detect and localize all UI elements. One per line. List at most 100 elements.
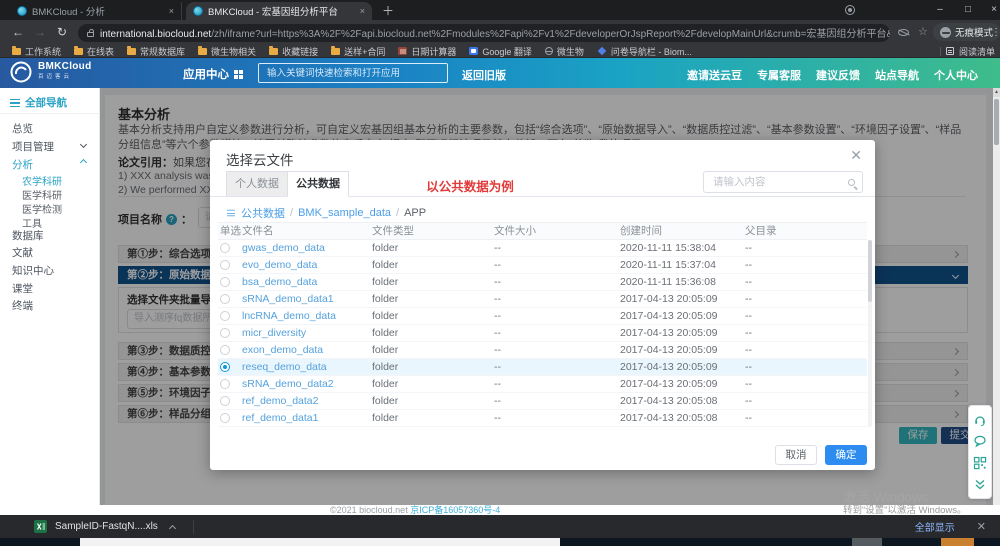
bookmark-item[interactable]: Google 翻译	[469, 45, 532, 58]
header-nav-item[interactable]: 建议反馈	[816, 67, 860, 83]
row-radio[interactable]	[220, 260, 230, 270]
download-bar-close-icon[interactable]: ✕	[977, 520, 986, 533]
bookmark-item[interactable]: 在线表	[74, 45, 114, 58]
page-scrollbar[interactable]: ▲ ▼	[993, 88, 1000, 515]
sidebar-item[interactable]: 知识中心	[12, 263, 96, 278]
row-radio[interactable]	[220, 362, 230, 372]
sidebar-item[interactable]: 终端	[12, 298, 96, 313]
tab-public-data[interactable]: 公共数据	[287, 171, 349, 197]
table-row[interactable]: micr_diversityfolder--2017-04-13 20:05:0…	[218, 325, 867, 342]
table-row[interactable]: sRNA_demo_data2folder--2017-04-13 20:05:…	[218, 376, 867, 393]
tab-personal-data[interactable]: 个人数据	[226, 171, 288, 197]
row-radio[interactable]	[220, 328, 230, 338]
row-radio[interactable]	[220, 277, 230, 287]
bookmark-item[interactable]: 微生物相关	[198, 45, 256, 58]
app-center-button[interactable]: 应用中心	[183, 66, 243, 82]
window-close-button[interactable]: ×	[982, 0, 1000, 20]
confirm-button[interactable]: 确定	[825, 445, 867, 465]
browser-menu-icon[interactable]: ⋮	[991, 20, 1000, 45]
taskbar-app-icon[interactable]	[852, 538, 882, 546]
row-radio[interactable]	[220, 379, 230, 389]
breadcrumb-public-data[interactable]: 公共数据	[241, 205, 285, 221]
header-nav-item[interactable]: 站点导航	[875, 67, 919, 83]
cancel-button[interactable]: 取消	[775, 445, 817, 465]
bookmark-item[interactable]: 工作系统	[12, 45, 61, 58]
file-name-link[interactable]: gwas_demo_data	[242, 240, 325, 256]
bookmark-item[interactable]: 日期计算器	[398, 45, 456, 58]
sidebar-item[interactable]: 数据库	[12, 228, 96, 243]
search-icon[interactable]	[848, 179, 855, 186]
back-icon[interactable]: ←	[12, 20, 24, 45]
bookmark-item[interactable]: 送样+合同	[331, 45, 385, 58]
bookmark-item[interactable]: 常规数据库	[127, 45, 185, 58]
row-radio[interactable]	[220, 396, 230, 406]
qrcode-icon[interactable]	[973, 456, 987, 470]
file-name-link[interactable]: micr_diversity	[242, 325, 306, 341]
show-all-downloads-button[interactable]: 全部显示	[915, 519, 955, 534]
sidebar-item[interactable]: 分析	[12, 157, 96, 172]
app-search-input[interactable]	[265, 67, 441, 80]
table-row[interactable]: ref_demo_data2folder--2017-04-13 20:05:0…	[218, 393, 867, 410]
sidebar-toggle[interactable]: 全部导航	[10, 95, 67, 110]
sidebar-item[interactable]: 总览	[12, 121, 96, 136]
dialog-close-icon[interactable]: ✕	[850, 147, 862, 164]
table-scrollbar[interactable]	[868, 240, 872, 427]
tab-close-icon[interactable]: ×	[360, 6, 365, 16]
bookmark-item[interactable]: 微生物	[545, 45, 584, 58]
table-row[interactable]: ref_demo_data1folder--2017-04-13 20:05:0…	[218, 410, 867, 427]
file-name-link[interactable]: exon_demo_data	[242, 342, 323, 358]
downloaded-file-button[interactable]: SampleID-FastqN....xls	[55, 521, 158, 532]
eye-blocked-icon[interactable]	[898, 29, 909, 36]
bookmark-item[interactable]: 问卷导航栏 - Biom...	[597, 45, 692, 58]
table-row[interactable]: lncRNA_demo_datafolder--2017-04-13 20:05…	[218, 308, 867, 325]
dialog-search-box[interactable]	[703, 171, 863, 193]
table-row[interactable]: gwas_demo_datafolder--2020-11-11 15:38:0…	[218, 240, 867, 257]
sidebar-item[interactable]: 农学科研	[22, 173, 106, 188]
taskbar-search-box[interactable]	[80, 538, 560, 546]
return-old-version-link[interactable]: 返回旧版	[462, 67, 506, 83]
dialog-search-input[interactable]	[711, 175, 848, 189]
headset-icon[interactable]	[973, 413, 987, 427]
header-nav-item[interactable]: 个人中心	[934, 67, 978, 83]
address-bar[interactable]: international.biocloud.net/zh/iframe?url…	[78, 24, 890, 42]
refresh-icon[interactable]: ↻	[57, 20, 67, 45]
file-name-link[interactable]: ref_demo_data2	[242, 393, 318, 409]
row-radio[interactable]	[220, 345, 230, 355]
file-name-link[interactable]: ref_demo_data1	[242, 410, 318, 426]
collapse-icon[interactable]	[973, 477, 987, 491]
breadcrumb-bmk-sample-data[interactable]: BMK_sample_data	[298, 207, 391, 219]
file-name-link[interactable]: reseq_demo_data	[242, 359, 327, 375]
maximize-button[interactable]: □	[956, 0, 980, 20]
table-row[interactable]: sRNA_demo_data1folder--2017-04-13 20:05:…	[218, 291, 867, 308]
file-name-link[interactable]: bsa_demo_data	[242, 274, 317, 290]
new-tab-button[interactable]: ＋	[382, 2, 394, 19]
file-name-link[interactable]: sRNA_demo_data1	[242, 291, 334, 307]
taskbar-app-icon[interactable]	[941, 538, 974, 546]
header-nav-item[interactable]: 邀请送云豆	[687, 67, 742, 83]
file-name-link[interactable]: lncRNA_demo_data	[242, 308, 336, 324]
icp-link[interactable]: 京ICP备16057360号-4	[410, 505, 500, 515]
tab-close-icon[interactable]: ×	[169, 6, 174, 16]
table-scrollbar-thumb[interactable]	[868, 240, 872, 302]
table-row[interactable]: exon_demo_datafolder--2017-04-13 20:05:0…	[218, 342, 867, 359]
chat-icon[interactable]	[973, 434, 987, 448]
bookmark-star-icon[interactable]: ☆	[918, 20, 928, 45]
file-name-link[interactable]: sRNA_demo_data2	[242, 376, 334, 392]
sidebar-item[interactable]: 医学科研	[22, 187, 106, 202]
forward-icon[interactable]: →	[34, 20, 46, 45]
file-name-link[interactable]: evo_demo_data	[242, 257, 317, 273]
row-radio[interactable]	[220, 243, 230, 253]
minimize-button[interactable]: –	[928, 0, 952, 20]
header-nav-item[interactable]: 专属客服	[757, 67, 801, 83]
table-row[interactable]: bsa_demo_datafolder--2020-11-11 15:36:08…	[218, 274, 867, 291]
reading-list-button[interactable]: 阅读清单	[940, 45, 995, 58]
row-radio[interactable]	[220, 413, 230, 423]
incognito-badge[interactable]: 无痕模式	[933, 23, 1000, 41]
app-search-box[interactable]	[258, 63, 448, 83]
row-radio[interactable]	[220, 294, 230, 304]
download-menu-chevron-icon[interactable]	[169, 524, 176, 531]
sidebar-item[interactable]: 课堂	[12, 281, 96, 296]
sidebar-item[interactable]: 项目管理	[12, 139, 96, 154]
sidebar-item[interactable]: 医学检测	[22, 201, 106, 216]
row-radio[interactable]	[220, 311, 230, 321]
